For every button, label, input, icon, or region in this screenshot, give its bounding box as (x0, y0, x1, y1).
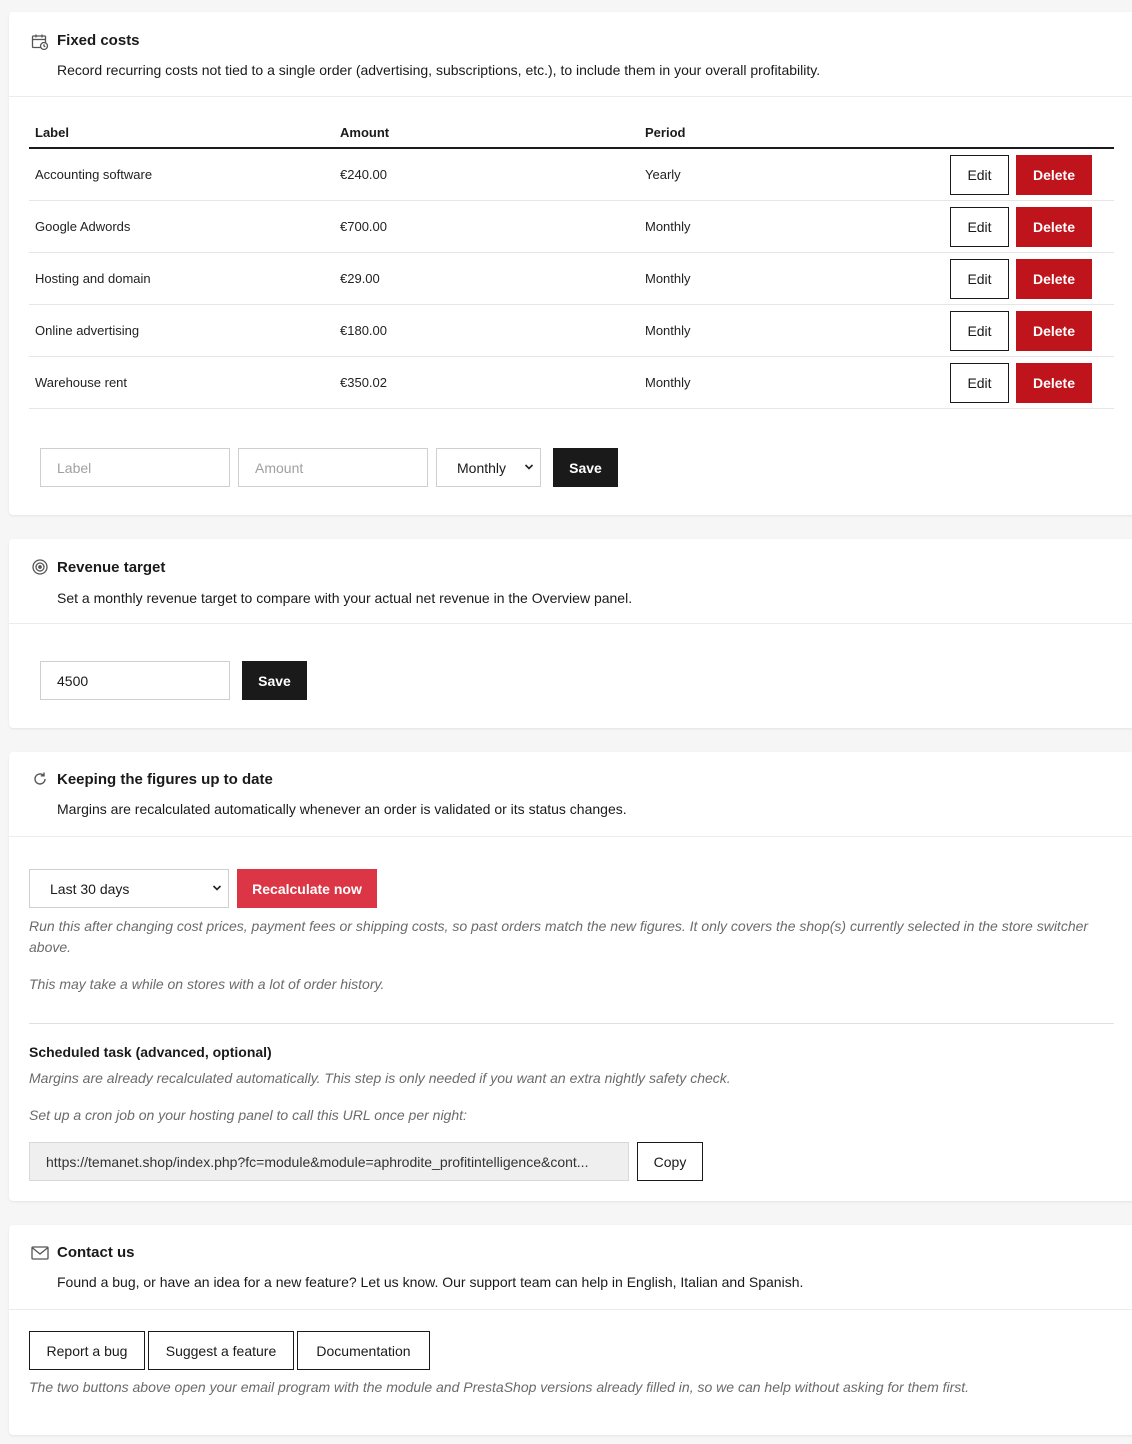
date-range-value: Last 30 days (50, 880, 130, 897)
table-row: Google Adwords €700.00 Monthly Edit Dele… (29, 201, 1114, 253)
cron-url-field[interactable]: https://temanet.shop/index.php?fc=module… (29, 1142, 629, 1181)
date-range-select[interactable]: Last 30 days (29, 869, 229, 908)
cost-amount: €240.00 (340, 167, 387, 182)
cost-amount: €29.00 (340, 271, 380, 286)
fixed-costs-table: Label Amount Period Accounting software … (29, 125, 1114, 409)
save-fixed-cost-button[interactable]: Save (553, 448, 618, 487)
target-icon (31, 558, 49, 576)
amount-input[interactable]: Amount (238, 448, 428, 487)
calendar-clock-icon (31, 33, 49, 51)
suggest-feature-button[interactable]: Suggest a feature (148, 1331, 294, 1370)
mail-icon (31, 1244, 49, 1262)
edit-button[interactable]: Edit (950, 311, 1009, 351)
column-header-amount: Amount (340, 125, 390, 140)
chevron-down-icon (524, 461, 534, 474)
period-select[interactable]: Monthly (436, 448, 541, 487)
revenue-target-header: Revenue target Set a monthly revenue tar… (9, 539, 1132, 624)
table-row: Online advertising €180.00 Monthly Edit … (29, 305, 1114, 357)
recalculate-now-button[interactable]: Recalculate now (237, 869, 377, 908)
edit-button[interactable]: Edit (950, 207, 1009, 247)
edit-button[interactable]: Edit (950, 363, 1009, 403)
table-row: Hosting and domain €29.00 Monthly Edit D… (29, 253, 1114, 305)
cost-amount: €700.00 (340, 219, 387, 234)
contact-title: Contact us (57, 1244, 135, 1261)
contact-header: Contact us Found a bug, or have an idea … (9, 1225, 1132, 1310)
recalculate-note: Run this after changing cost prices, pay… (29, 918, 1089, 955)
cost-period: Monthly (645, 271, 691, 286)
fixed-costs-subtitle: Record recurring costs not tied to a sin… (57, 62, 821, 78)
chevron-down-icon (212, 882, 222, 895)
cost-label: Google Adwords (35, 219, 131, 234)
label-input[interactable]: Label (40, 448, 230, 487)
cost-period: Yearly (645, 167, 681, 182)
scheduled-task-note: Margins are already recalculated automat… (29, 1070, 731, 1086)
revenue-target-subtitle: Set a monthly revenue target to compare … (57, 590, 633, 606)
contact-card: Contact us Found a bug, or have an idea … (9, 1225, 1132, 1435)
column-header-label: Label (35, 125, 69, 140)
cost-period: Monthly (645, 375, 691, 390)
cost-period: Monthly (645, 323, 691, 338)
report-bug-button[interactable]: Report a bug (29, 1331, 145, 1370)
cost-amount: €350.02 (340, 375, 387, 390)
copy-url-button[interactable]: Copy (637, 1142, 703, 1181)
refresh-icon (31, 770, 49, 788)
delete-button[interactable]: Delete (1016, 259, 1092, 299)
keeping-up-to-date-header: Keeping the figures up to date Margins a… (9, 752, 1132, 837)
fixed-costs-card: Fixed costs Record recurring costs not t… (9, 12, 1132, 515)
revenue-target-card: Revenue target Set a monthly revenue tar… (9, 539, 1132, 728)
contact-subtitle: Found a bug, or have an idea for a new f… (57, 1274, 804, 1290)
cost-label: Hosting and domain (35, 271, 151, 286)
cost-label: Accounting software (35, 167, 153, 182)
cron-note: Set up a cron job on your hosting panel … (29, 1107, 467, 1123)
save-revenue-target-button[interactable]: Save (242, 661, 307, 700)
period-select-value: Monthly (457, 459, 507, 476)
delete-button[interactable]: Delete (1016, 207, 1092, 247)
table-row: Warehouse rent €350.02 Monthly Edit Dele… (29, 357, 1114, 409)
history-note: This may take a while on stores with a l… (29, 976, 385, 992)
delete-button[interactable]: Delete (1016, 363, 1092, 403)
keeping-up-to-date-subtitle: Margins are recalculated automatically w… (57, 801, 627, 817)
contact-note: The two buttons above open your email pr… (29, 1379, 970, 1395)
table-row: Accounting software €240.00 Yearly Edit … (29, 149, 1114, 201)
fixed-costs-header: Fixed costs Record recurring costs not t… (9, 12, 1132, 97)
fixed-costs-title: Fixed costs (57, 32, 140, 49)
scheduled-task-title: Scheduled task (advanced, optional) (29, 1044, 272, 1060)
cost-label: Online advertising (35, 323, 140, 338)
edit-button[interactable]: Edit (950, 155, 1009, 195)
column-header-period: Period (645, 125, 686, 140)
table-header: Label Amount Period (29, 125, 1114, 149)
cost-amount: €180.00 (340, 323, 387, 338)
keeping-up-to-date-title: Keeping the figures up to date (57, 771, 273, 788)
edit-button[interactable]: Edit (950, 259, 1009, 299)
cost-period: Monthly (645, 219, 691, 234)
revenue-target-input[interactable]: 4500 (40, 661, 230, 700)
cost-label: Warehouse rent (35, 375, 128, 390)
revenue-target-title: Revenue target (57, 559, 166, 576)
keeping-up-to-date-card: Keeping the figures up to date Margins a… (9, 752, 1132, 1201)
delete-button[interactable]: Delete (1016, 311, 1092, 351)
documentation-button[interactable]: Documentation (297, 1331, 430, 1370)
section-divider (29, 1023, 1114, 1024)
delete-button[interactable]: Delete (1016, 155, 1092, 195)
